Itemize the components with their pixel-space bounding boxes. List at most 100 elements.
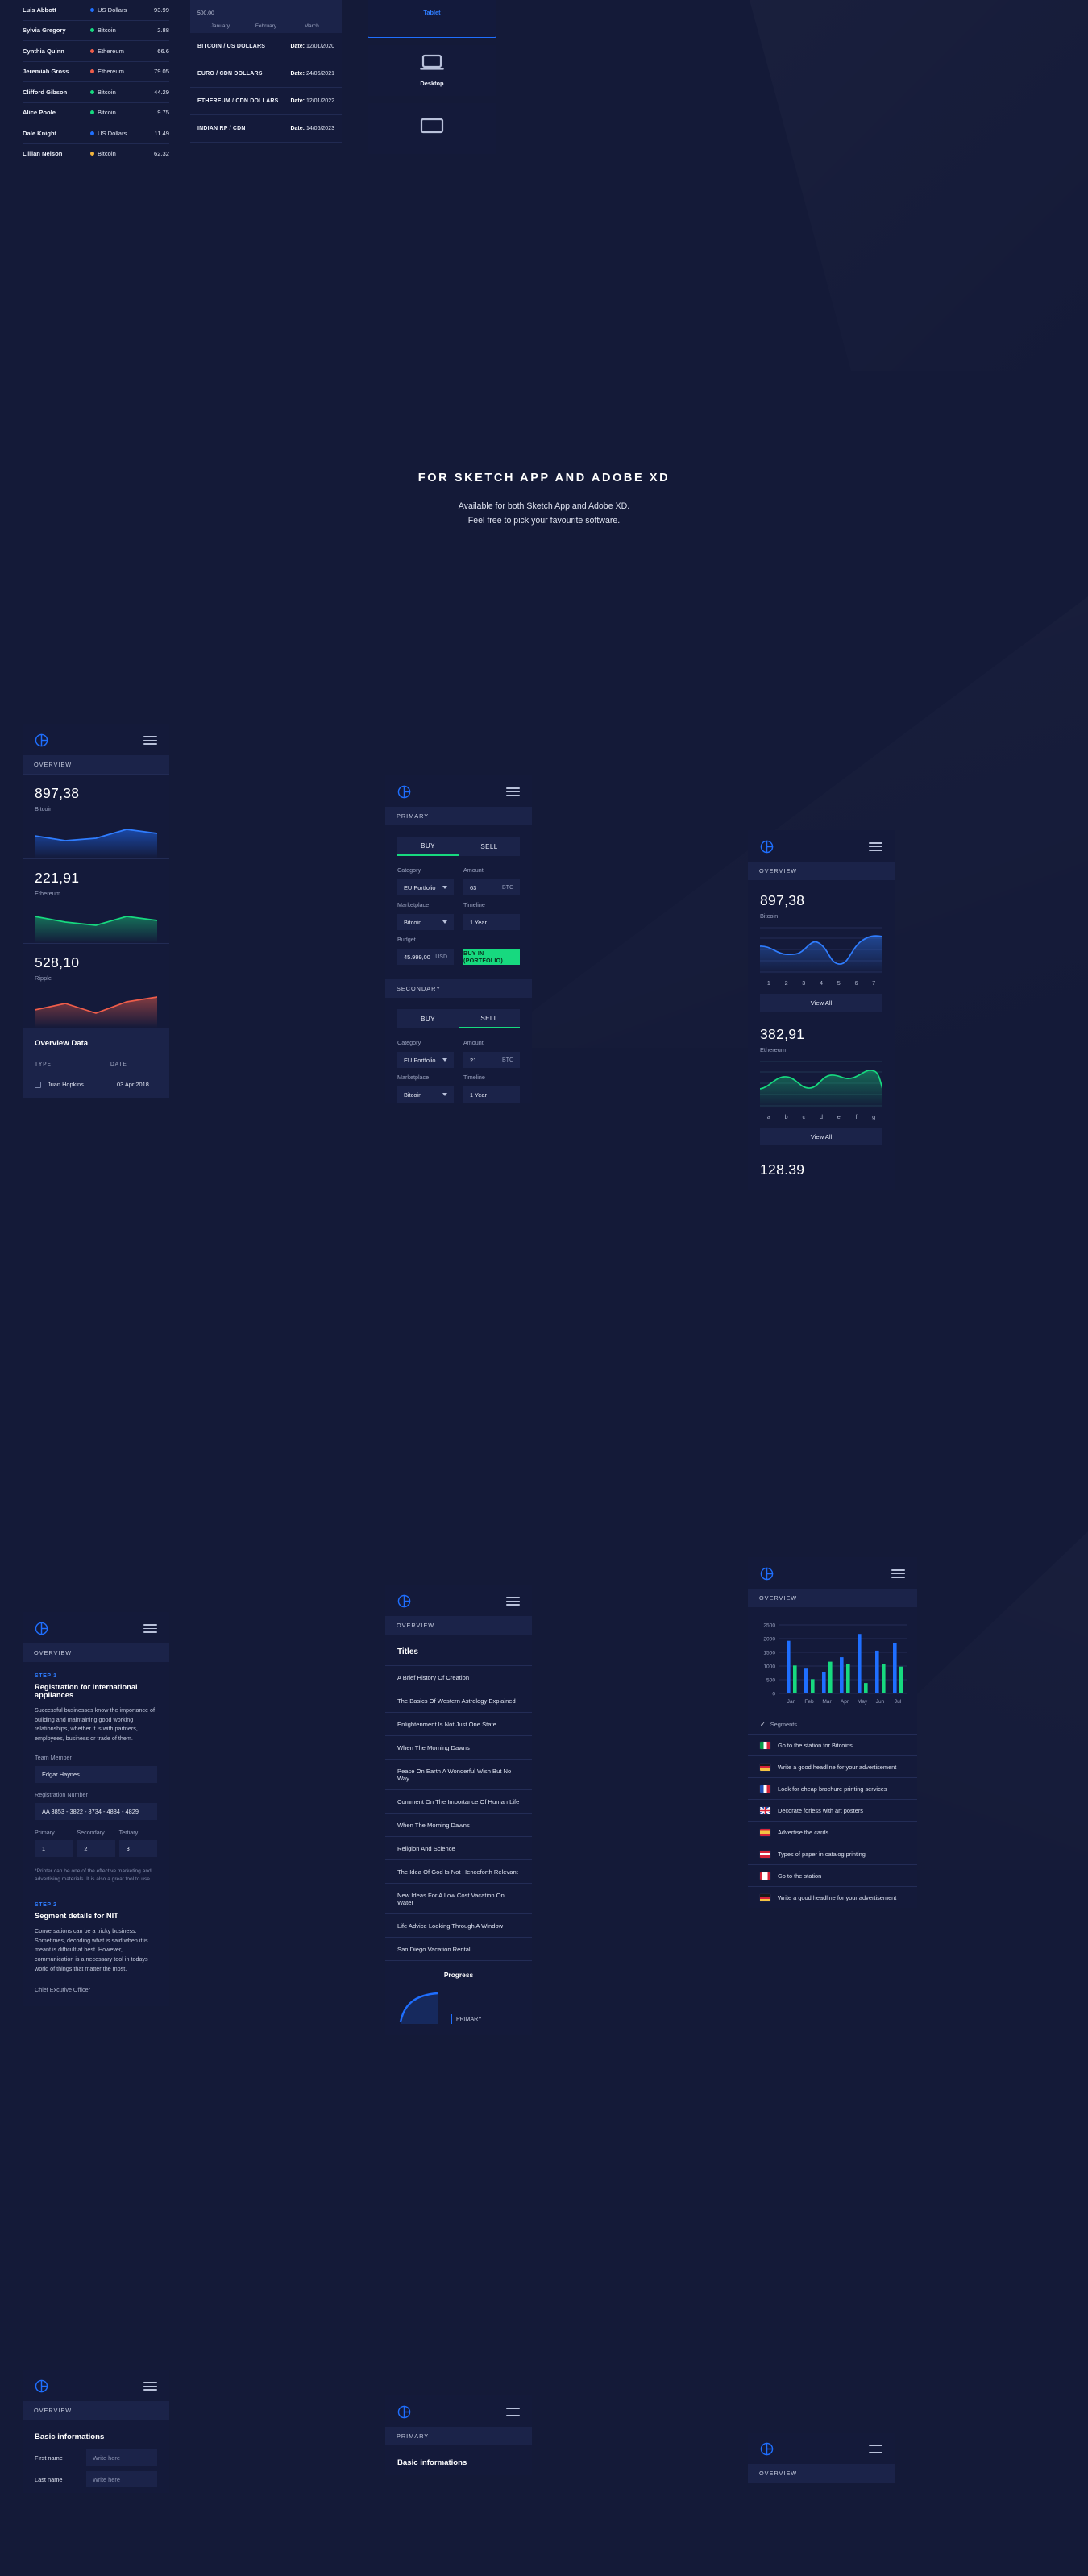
list-item[interactable]: Go to the station — [748, 1864, 917, 1886]
list-item[interactable]: Look for cheap brochure printing service… — [748, 1777, 917, 1799]
menu-icon[interactable] — [143, 1624, 157, 1633]
tab-overview[interactable]: OVERVIEW — [385, 1616, 532, 1635]
input-amount[interactable]: 63 BTC — [463, 879, 520, 895]
list-item[interactable]: New Ideas For A Low Cost Vacation On Wat… — [385, 1883, 532, 1913]
svg-text:Mar: Mar — [822, 1699, 832, 1705]
chevron-down-icon — [442, 1058, 447, 1062]
tab-overview[interactable]: OVERVIEW — [748, 1589, 917, 1607]
pair-row[interactable]: ETHEREUM / CDN DOLLARS Date: 12/01/2022 — [190, 88, 342, 115]
pair-row[interactable]: INDIAN RP / CDN Date: 14/06/2023 — [190, 115, 342, 143]
app-logo-icon[interactable] — [760, 2442, 774, 2456]
menu-icon[interactable] — [506, 2408, 520, 2416]
row-checkbox[interactable] — [35, 1081, 41, 1088]
list-item[interactable]: Enlightenment Is Not Just One State — [385, 1712, 532, 1735]
menu-icon[interactable] — [143, 736, 157, 745]
list-item[interactable]: San Diego Vacation Rental — [385, 1937, 532, 1960]
tab-sell[interactable]: SELL — [459, 837, 520, 856]
menu-icon[interactable] — [143, 2382, 157, 2391]
list-item[interactable]: The Idea Of God Is Not Henceforth Releva… — [385, 1859, 532, 1883]
menu-icon[interactable] — [891, 1569, 905, 1578]
input-last-name[interactable]: Write here — [86, 2471, 157, 2487]
hero-line-1: Available for both Sketch App and Adobe … — [458, 501, 630, 511]
tab-buy[interactable]: BUY — [397, 1009, 459, 1028]
tab-overview[interactable]: OVERVIEW — [748, 2464, 895, 2483]
menu-icon[interactable] — [506, 1597, 520, 1606]
list-item[interactable]: The Basics Of Western Astrology Explaine… — [385, 1689, 532, 1712]
table-row[interactable]: Cynthia Quinn Ethereum 66.6 — [23, 41, 169, 62]
list-item[interactable]: Write a good headline for your advertise… — [748, 1755, 917, 1777]
input-timeline[interactable]: 1 Year — [463, 914, 520, 930]
table-row[interactable]: Sylvia Gregory Bitcoin 2.88 — [23, 21, 169, 41]
input-tertiary[interactable]: 3 — [118, 1839, 157, 1857]
table-row[interactable]: Lillian Nelson Bitcoin 62.32 — [23, 144, 169, 164]
input-team-member[interactable]: Edgar Haynes — [35, 1765, 157, 1783]
list-item[interactable]: When The Morning Dawns — [385, 1813, 532, 1836]
input-amount[interactable]: 21 BTC — [463, 1052, 520, 1068]
trade-form-primary: Category Amount EU Portfolio 63 BTC Marke… — [385, 856, 532, 965]
app-logo-icon[interactable] — [760, 1567, 774, 1581]
view-all-button-bitcoin[interactable]: View All — [760, 994, 882, 1012]
device-option-monitor[interactable] — [368, 103, 496, 154]
select-marketplace[interactable]: Bitcoin — [397, 914, 454, 930]
app-logo-icon[interactable] — [35, 2379, 48, 2393]
list-item[interactable]: Types of paper in catalog printing — [748, 1843, 917, 1864]
input-budget[interactable]: 45.999,00 USD — [397, 949, 454, 965]
tab-overview[interactable]: OVERVIEW — [23, 2401, 169, 2420]
table-row[interactable]: Alice Poole Bitcoin 9.75 — [23, 103, 169, 123]
table-row[interactable]: Dale Knight US Dollars 11.49 — [23, 123, 169, 144]
list-item[interactable]: Life Advice Looking Through A Window — [385, 1913, 532, 1937]
svg-text:2000: 2000 — [763, 1637, 775, 1643]
svg-text:2500: 2500 — [763, 1623, 775, 1629]
input-primary[interactable]: 1 — [35, 1839, 73, 1857]
list-item[interactable]: A Brief History Of Creation — [385, 1665, 532, 1689]
axis-tick: b — [784, 1113, 788, 1120]
menu-icon[interactable] — [506, 787, 520, 796]
list-item[interactable]: Decorate forless with art posters — [748, 1799, 917, 1821]
view-all-button-ethereum[interactable]: View All — [760, 1128, 882, 1145]
input-first-name[interactable]: Write here — [86, 2449, 157, 2466]
pair-row[interactable]: BITCOIN / US DOLLARS Date: 12/01/2020 — [190, 33, 342, 60]
trailing-value: 128.39 — [760, 1161, 805, 1178]
tab-overview[interactable]: OVERVIEW — [748, 862, 895, 880]
app-logo-icon[interactable] — [397, 1594, 411, 1608]
overview-data-row[interactable]: Juan Hopkins 03 Apr 2018 — [35, 1074, 157, 1095]
tab-buy[interactable]: BUY — [397, 837, 459, 856]
select-marketplace[interactable]: Bitcoin — [397, 1086, 454, 1103]
list-item[interactable]: Religion And Science — [385, 1836, 532, 1859]
app-logo-icon[interactable] — [397, 785, 411, 799]
list-item[interactable]: Comment On The Importance Of Human Life — [385, 1789, 532, 1813]
input-timeline[interactable]: 1 Year — [463, 1086, 520, 1103]
menu-icon[interactable] — [869, 2445, 882, 2453]
tab-primary[interactable]: PRIMARY — [385, 2427, 532, 2445]
input-registration-number[interactable]: AA 3853 - 3822 - 8734 - 4884 - 4829 — [35, 1802, 157, 1820]
app-logo-icon[interactable] — [760, 840, 774, 854]
app-logo-icon[interactable] — [35, 733, 48, 747]
table-row[interactable]: Luis Abbott US Dollars 93.99 — [23, 0, 169, 21]
holder-value: 93.99 — [153, 6, 169, 14]
select-category[interactable]: EU Portfolio — [397, 879, 454, 895]
segments-widget: OVERVIEW 2500 2000 1500 1000 500 0 Jan F… — [748, 1557, 917, 1908]
axis-value: 500.00 — [197, 10, 214, 16]
app-logo-icon[interactable] — [35, 1622, 48, 1635]
list-item[interactable]: Advertise the cards — [748, 1821, 917, 1843]
buy-in-button[interactable]: BUY IN (PORTFOLIO) — [463, 949, 520, 965]
holder-currency: US Dollars — [90, 130, 142, 137]
list-item[interactable]: Go to the station for Bitcoins — [748, 1734, 917, 1755]
table-row[interactable]: Jeremiah Gross Ethereum 79.05 — [23, 62, 169, 82]
tab-sell[interactable]: SELL — [459, 1009, 520, 1028]
tab-overview[interactable]: OVERVIEW — [23, 1643, 169, 1662]
tab-secondary[interactable]: SECONDARY — [385, 979, 532, 998]
app-logo-icon[interactable] — [397, 2405, 411, 2419]
list-item[interactable]: Write a good headline for your advertise… — [748, 1886, 917, 1908]
list-item[interactable]: When The Morning Dawns — [385, 1735, 532, 1759]
tab-primary[interactable]: PRIMARY — [385, 807, 532, 825]
table-row[interactable]: Clifford Gibson Bitcoin 44.29 — [23, 82, 169, 103]
pair-row[interactable]: EURO / CDN DOLLARS Date: 24/06/2021 — [190, 60, 342, 88]
tab-overview[interactable]: OVERVIEW — [23, 755, 169, 774]
device-option-tablet[interactable]: Tablet — [368, 0, 496, 38]
device-option-desktop[interactable]: Desktop — [368, 45, 496, 96]
menu-icon[interactable] — [869, 842, 882, 851]
input-secondary[interactable]: 2 — [77, 1839, 115, 1857]
list-item[interactable]: Peace On Earth A Wonderful Wish But No W… — [385, 1759, 532, 1789]
select-category[interactable]: EU Portfolio — [397, 1052, 454, 1068]
